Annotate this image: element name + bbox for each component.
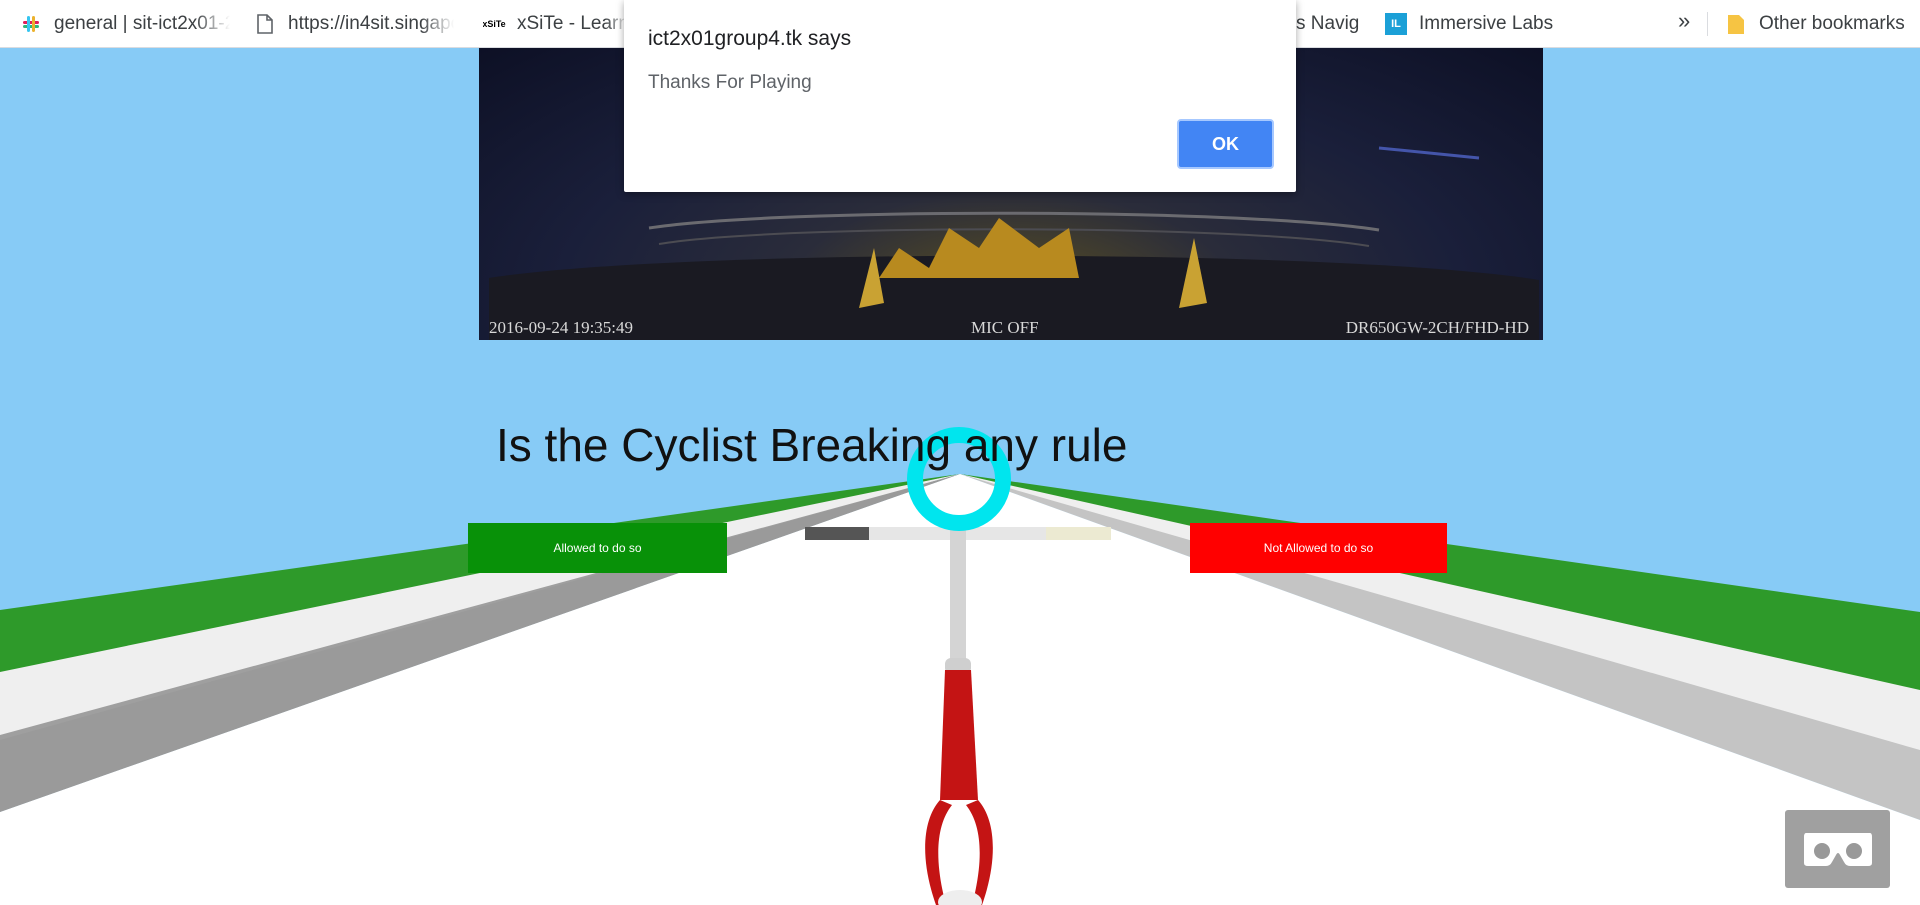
allowed-button[interactable]: Allowed to do so [468,523,727,573]
immersive-labs-icon: IL [1385,13,1407,35]
bookmark-immersive-labs[interactable]: IL Immersive Labs [1385,0,1565,48]
video-model: DR650GW-2CH/FHD-HD [1345,318,1529,337]
slack-icon [20,13,42,35]
bookmark-label: xSiTe - Learni [517,13,628,34]
bookmark-label: s Navig [1296,13,1360,34]
bookmark-slack[interactable]: general | sit-ict2x01-2 [20,0,230,48]
bookmark-in4sit[interactable]: https://in4sit.singapo [254,0,454,48]
bookmark-label: general | sit-ict2x01-2 [54,13,230,34]
bookmark-label: Other bookmarks [1759,13,1905,34]
video-mic-status: MIC OFF [971,318,1039,337]
bookmarks-separator [1707,12,1708,36]
more-bookmarks-chevron[interactable]: » [1678,8,1690,34]
dialog-message: Thanks For Playing [648,72,812,93]
other-bookmarks[interactable]: Other bookmarks [1725,0,1915,48]
not-allowed-button[interactable]: Not Allowed to do so [1190,523,1447,573]
bookmark-xsite[interactable]: xSiTe xSiTe - Learni [483,0,628,48]
cardboard-icon [1803,833,1872,866]
alert-dialog: ict2x01group4.tk says Thanks For Playing… [624,0,1296,192]
page-icon [254,13,276,35]
folder-icon [1725,13,1747,35]
ok-button[interactable]: OK [1177,119,1274,169]
bookmark-label: Immersive Labs [1419,13,1554,34]
dialog-title: ict2x01group4.tk says [648,27,852,50]
xsite-icon: xSiTe [483,19,506,29]
question-text: Is the Cyclist Breaking any rule [496,419,1128,471]
video-timestamp: 2016-09-24 19:35:49 [489,318,634,337]
bookmark-navigator[interactable]: s Navig [1296,0,1360,48]
bookmark-label: https://in4sit.singapo [288,13,454,34]
vr-mode-button[interactable] [1785,810,1890,888]
